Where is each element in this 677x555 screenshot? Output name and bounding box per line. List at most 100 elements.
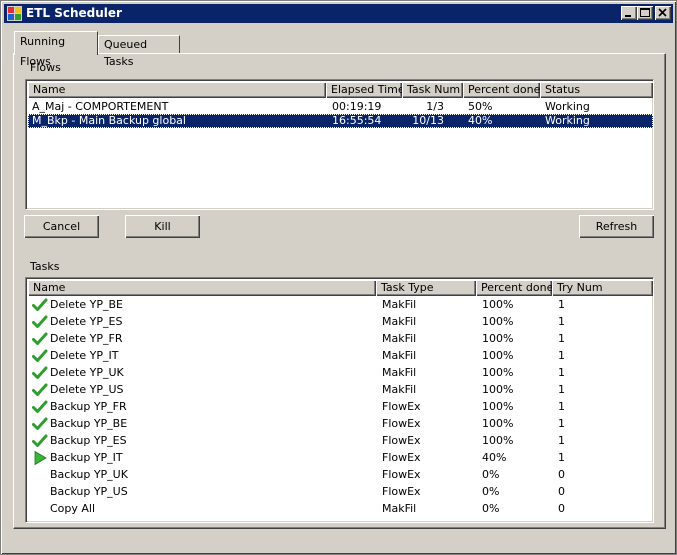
task-row[interactable]: Backup YP_IT FlowEx 40% 1 xyxy=(28,449,653,466)
cancel-button[interactable]: Cancel xyxy=(24,215,99,238)
tab-queued-tasks[interactable]: Queued Tasks xyxy=(98,35,180,68)
column-header-task-num[interactable]: Task Num xyxy=(402,82,463,98)
task-percent-done: 100% xyxy=(482,332,514,345)
task-percent-done: 0% xyxy=(482,502,500,515)
task-name: Backup YP_IT xyxy=(50,451,123,464)
flow-row[interactable]: A_Maj - COMPORTEMENT 00:19:19 1/3 50% Wo… xyxy=(28,100,653,114)
tasks-list[interactable]: Name Task Type Percent done Try Num Dele… xyxy=(25,277,654,523)
task-type: FlowEx xyxy=(382,468,421,481)
etl-scheduler-window: ETL Scheduler Running Flows Queued Tasks xyxy=(0,0,677,555)
task-name: Delete YP_ES xyxy=(50,315,123,328)
task-row[interactable]: Delete YP_ES MakFil 100% 1 xyxy=(28,313,653,330)
task-name: Backup YP_UK xyxy=(50,468,128,481)
check-icon xyxy=(32,298,48,311)
check-icon xyxy=(32,417,48,430)
maximize-icon xyxy=(640,8,650,17)
close-icon xyxy=(658,8,667,17)
task-try-num: 1 xyxy=(558,417,565,430)
task-row[interactable]: Delete YP_FR MakFil 100% 1 xyxy=(28,330,653,347)
minimize-button[interactable] xyxy=(621,6,637,20)
task-try-num: 1 xyxy=(558,383,565,396)
task-try-num: 0 xyxy=(558,468,565,481)
flow-task-num: 1/3 xyxy=(426,100,444,113)
task-name: Backup YP_FR xyxy=(50,400,127,413)
task-name: Delete YP_US xyxy=(50,383,124,396)
flows-list[interactable]: Name Elapsed Time Task Num Percent done … xyxy=(25,79,654,210)
check-icon xyxy=(32,366,48,379)
column-header-try-num[interactable]: Try Num xyxy=(552,280,653,296)
column-header-task-type[interactable]: Task Type xyxy=(376,280,476,296)
task-percent-done: 100% xyxy=(482,434,514,447)
check-icon xyxy=(32,315,48,328)
close-button[interactable] xyxy=(655,6,671,20)
task-row[interactable]: Delete YP_BE MakFil 100% 1 xyxy=(28,296,653,313)
tasks-group-label: Tasks xyxy=(30,260,60,273)
flow-elapsed-time: 00:19:19 xyxy=(332,100,382,113)
task-try-num: 1 xyxy=(558,332,565,345)
task-type: MakFil xyxy=(382,502,417,515)
task-type: FlowEx xyxy=(382,417,421,430)
task-type: FlowEx xyxy=(382,451,421,464)
task-percent-done: 40% xyxy=(482,451,507,464)
play-icon xyxy=(34,450,47,466)
flow-row-selected[interactable]: M_Bkp - Main Backup global 16:55:54 10/1… xyxy=(28,114,653,128)
flow-name: A_Maj - COMPORTEMENT xyxy=(32,100,169,113)
task-try-num: 1 xyxy=(558,315,565,328)
task-percent-done: 100% xyxy=(482,366,514,379)
task-name: Backup YP_US xyxy=(50,485,128,498)
task-type: FlowEx xyxy=(382,434,421,447)
flow-elapsed-time: 16:55:54 xyxy=(332,114,382,127)
task-percent-done: 100% xyxy=(482,349,514,362)
task-percent-done: 100% xyxy=(482,417,514,430)
maximize-button[interactable] xyxy=(637,6,653,20)
task-type: MakFil xyxy=(382,366,417,379)
task-type: MakFil xyxy=(382,332,417,345)
task-row[interactable]: Backup YP_BE FlowEx 100% 1 xyxy=(28,415,653,432)
task-try-num: 1 xyxy=(558,400,565,413)
check-icon xyxy=(32,383,48,396)
task-name: Delete YP_BE xyxy=(50,298,123,311)
kill-button[interactable]: Kill xyxy=(125,215,200,238)
task-percent-done: 0% xyxy=(482,485,500,498)
task-row[interactable]: Backup YP_ES FlowEx 100% 1 xyxy=(28,432,653,449)
task-percent-done: 100% xyxy=(482,315,514,328)
task-name: Backup YP_ES xyxy=(50,434,127,447)
flow-percent-done: 50% xyxy=(468,100,493,113)
task-try-num: 0 xyxy=(558,502,565,515)
task-row[interactable]: Delete YP_IT MakFil 100% 1 xyxy=(28,347,653,364)
column-header-percent-done[interactable]: Percent done xyxy=(463,82,540,98)
task-type: MakFil xyxy=(382,298,417,311)
task-name: Delete YP_IT xyxy=(50,349,119,362)
check-icon xyxy=(32,332,48,345)
check-icon xyxy=(32,349,48,362)
app-icon xyxy=(7,6,22,21)
running-flows-page: Flows Name Elapsed Time Task Num Percent… xyxy=(13,53,666,529)
flow-status: Working xyxy=(545,100,590,113)
task-percent-done: 100% xyxy=(482,400,514,413)
task-percent-done: 100% xyxy=(482,383,514,396)
column-header-name[interactable]: Name xyxy=(28,82,326,98)
check-icon xyxy=(32,400,48,413)
task-name: Backup YP_BE xyxy=(50,417,128,430)
task-type: FlowEx xyxy=(382,485,421,498)
task-row[interactable]: Backup YP_US FlowEx 0% 0 xyxy=(28,483,653,500)
column-header-name[interactable]: Name xyxy=(28,280,376,296)
check-icon xyxy=(32,434,48,447)
task-row[interactable]: Copy All MakFil 0% 0 xyxy=(28,500,653,517)
title-bar[interactable]: ETL Scheduler xyxy=(4,4,673,23)
minimize-icon xyxy=(625,15,631,17)
refresh-button[interactable]: Refresh xyxy=(579,215,654,238)
task-row[interactable]: Delete YP_UK MakFil 100% 1 xyxy=(28,364,653,381)
task-type: FlowEx xyxy=(382,400,421,413)
task-type: MakFil xyxy=(382,349,417,362)
window-title: ETL Scheduler xyxy=(26,6,122,20)
tab-running-flows[interactable]: Running Flows xyxy=(14,31,98,68)
task-row[interactable]: Backup YP_UK FlowEx 0% 0 xyxy=(28,466,653,483)
column-header-status[interactable]: Status xyxy=(540,82,653,98)
task-row[interactable]: Delete YP_US MakFil 100% 1 xyxy=(28,381,653,398)
flow-task-num: 10/13 xyxy=(412,114,444,127)
column-header-percent-done[interactable]: Percent done xyxy=(476,280,552,296)
task-try-num: 1 xyxy=(558,349,565,362)
task-row[interactable]: Backup YP_FR FlowEx 100% 1 xyxy=(28,398,653,415)
column-header-elapsed-time[interactable]: Elapsed Time xyxy=(326,82,402,98)
